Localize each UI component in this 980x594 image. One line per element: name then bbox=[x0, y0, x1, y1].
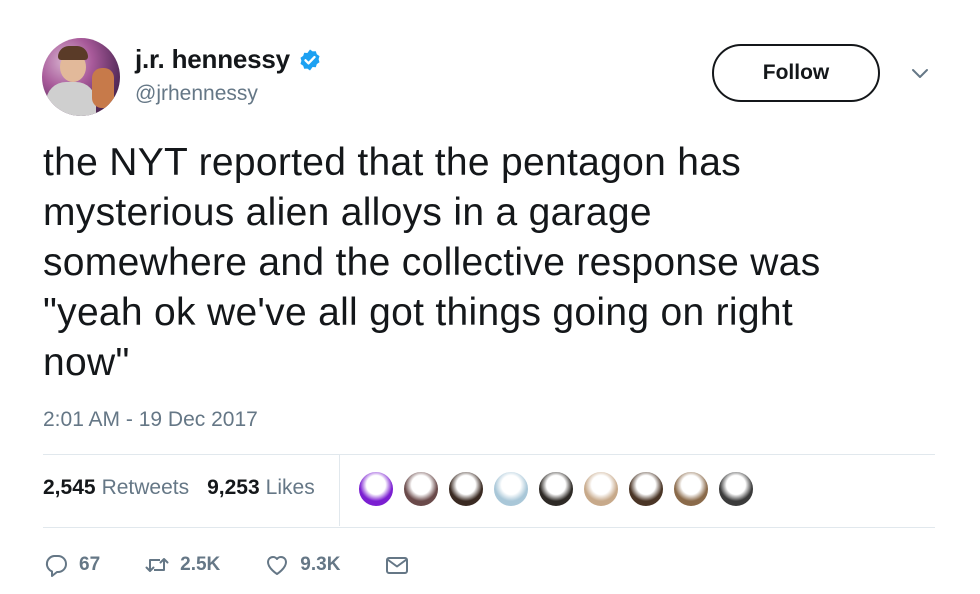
tweet-timestamp[interactable]: 2:01 AM - 19 Dec 2017 bbox=[43, 408, 258, 432]
direct-message-button[interactable] bbox=[384, 552, 410, 578]
chevron-down-icon[interactable] bbox=[910, 67, 930, 81]
engagement-stats: 2,545 Retweets 9,253 Likes bbox=[43, 476, 333, 500]
reply-button[interactable]: 67 bbox=[43, 552, 100, 578]
tweet-text-line: mysterious alien alloys in a garage bbox=[43, 191, 652, 234]
envelope-icon bbox=[386, 557, 409, 574]
retweet-button[interactable]: 2.5K bbox=[144, 552, 220, 578]
avatar-figure-other bbox=[92, 68, 114, 108]
follow-button[interactable]: Follow bbox=[712, 44, 880, 102]
liker-avatar[interactable] bbox=[447, 470, 485, 508]
retweets-count[interactable]: 2,545 bbox=[43, 476, 96, 500]
avatar-figure-body bbox=[46, 82, 96, 116]
tweet-text-line: somewhere and the collective response wa… bbox=[43, 241, 821, 284]
retweet-count: 2.5K bbox=[180, 554, 221, 575]
tweet-text-line: "yeah ok we've all got things going on r… bbox=[43, 291, 793, 334]
liker-avatar[interactable] bbox=[402, 470, 440, 508]
liker-avatar[interactable] bbox=[582, 470, 620, 508]
likes-count[interactable]: 9,253 bbox=[207, 476, 260, 500]
liker-avatars bbox=[357, 470, 762, 508]
reply-count: 67 bbox=[79, 554, 101, 575]
liker-avatar[interactable] bbox=[492, 470, 530, 508]
retweet-icon bbox=[145, 558, 169, 572]
stats-separator bbox=[339, 455, 340, 526]
liker-avatar[interactable] bbox=[672, 470, 710, 508]
liker-avatar[interactable] bbox=[537, 470, 575, 508]
likes-label[interactable]: Likes bbox=[266, 476, 315, 500]
verified-badge-icon bbox=[300, 49, 320, 70]
author-avatar[interactable] bbox=[42, 38, 120, 116]
author-handle[interactable]: @jrhennessy bbox=[135, 82, 258, 106]
tweet-text-line: the NYT reported that the pentagon has bbox=[43, 141, 741, 184]
author-name[interactable]: j.r. hennessy bbox=[135, 44, 290, 75]
like-button[interactable]: 9.3K bbox=[264, 552, 340, 578]
action-bar: 67 2.5K 9.3K bbox=[43, 552, 454, 578]
author-name-row: j.r. hennessy bbox=[135, 44, 322, 75]
liker-avatar[interactable] bbox=[717, 470, 755, 508]
tweet-text: the NYT reported that the pentagon has m… bbox=[43, 138, 943, 388]
avatar-figure-hair bbox=[58, 46, 88, 60]
divider bbox=[43, 454, 935, 455]
liker-avatar[interactable] bbox=[627, 470, 665, 508]
retweets-label[interactable]: Retweets bbox=[102, 476, 190, 500]
like-count: 9.3K bbox=[300, 554, 341, 575]
tweet-text-line: now" bbox=[43, 341, 130, 384]
heart-icon bbox=[267, 556, 288, 575]
divider bbox=[43, 527, 935, 528]
liker-avatar[interactable] bbox=[357, 470, 395, 508]
reply-icon bbox=[45, 555, 67, 577]
